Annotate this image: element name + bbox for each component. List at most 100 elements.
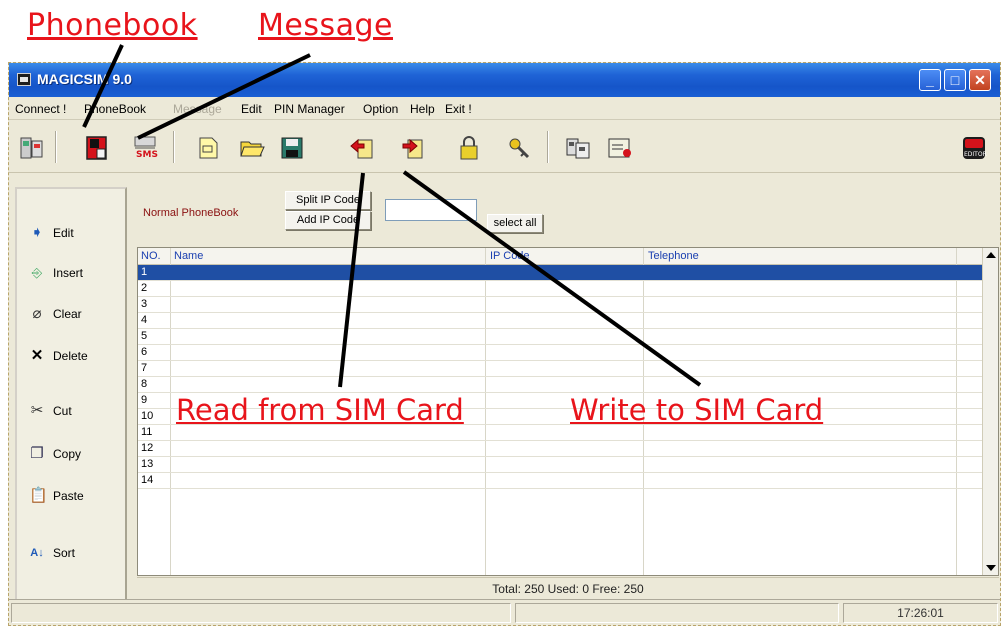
title-bar[interactable]: MAGICSIM 9.0 _ □ ✕ <box>9 63 1000 97</box>
totals-bar: Total: 250 Used: 0 Free: 250 <box>137 577 999 599</box>
table-row[interactable]: 12 <box>138 441 982 457</box>
header-no[interactable]: NO. <box>141 250 161 262</box>
delete-button[interactable]: ✕ Delete <box>29 344 88 368</box>
edit-arrow-icon: ➧ <box>30 224 44 241</box>
table-row[interactable]: 1 <box>138 265 982 281</box>
copy-label: Copy <box>53 447 82 461</box>
connect-sim-icon[interactable] <box>19 135 45 161</box>
table-row[interactable]: 2 <box>138 281 982 297</box>
status-pane-1 <box>11 603 511 623</box>
table-row[interactable]: 4 <box>138 313 982 329</box>
action-panel: ➧ Edit ⎆ Insert ⌀ Clear ✕ Delete ✂ Cut ❐… <box>15 187 127 617</box>
editor-label: EDITOR <box>964 151 987 158</box>
row-number: 4 <box>141 314 148 326</box>
row-number: 12 <box>141 442 154 454</box>
row-number: 5 <box>141 330 148 342</box>
row-number: 8 <box>141 378 148 390</box>
close-icon: ✕ <box>974 72 986 88</box>
menu-pin-manager[interactable]: PIN Manager <box>274 102 345 116</box>
header-name[interactable]: Name <box>174 250 203 262</box>
header-ip-code[interactable]: IP Code <box>490 250 530 262</box>
menu-edit[interactable]: Edit <box>241 102 262 116</box>
delete-label: Delete <box>53 349 88 363</box>
edit-sim-icon[interactable] <box>607 135 633 161</box>
sim-app-icon <box>17 73 31 86</box>
menu-message[interactable]: Message <box>173 102 222 116</box>
menu-connect[interactable]: Connect ! <box>15 102 66 116</box>
row-number: 1 <box>141 266 148 278</box>
sms-label: SMS <box>136 150 158 160</box>
status-pane-2 <box>515 603 839 623</box>
paste-clipboard-icon: 📋 <box>29 487 48 504</box>
delete-x-icon: ✕ <box>30 347 44 364</box>
table-row[interactable]: 14 <box>138 473 982 489</box>
copy-icon: ❐ <box>30 445 44 462</box>
toolbar-separator <box>547 131 549 163</box>
sim-manager-icon[interactable] <box>565 135 591 161</box>
row-number: 10 <box>141 410 154 422</box>
row-number: 6 <box>141 346 148 358</box>
select-all-button[interactable]: select all <box>487 214 543 233</box>
new-file-icon[interactable] <box>195 135 221 161</box>
grid-rows: 1 2 3 4 5 6 7 8 9 10 11 12 13 14 <box>138 265 982 489</box>
clear-label: Clear <box>53 307 82 321</box>
insert-label: Insert <box>53 266 84 280</box>
table-row[interactable]: 8 <box>138 377 982 393</box>
edit-button[interactable]: ➧ Edit <box>29 221 74 245</box>
write-to-sim-icon[interactable] <box>399 135 425 161</box>
menu-option[interactable]: Option <box>363 102 398 116</box>
table-row[interactable]: 6 <box>138 345 982 361</box>
maximize-button[interactable]: □ <box>944 69 966 91</box>
toolbar-separator <box>173 131 175 163</box>
annotation-write-sim: Write to SIM Card <box>570 393 824 427</box>
table-row[interactable]: 7 <box>138 361 982 377</box>
scissors-icon: ✂ <box>30 402 44 419</box>
minimize-icon: _ <box>926 72 934 88</box>
sort-button[interactable]: A↓ Sort <box>29 541 75 565</box>
add-ip-code-button[interactable]: Add IP Code <box>285 211 371 230</box>
paste-button[interactable]: 📋 Paste <box>29 484 84 508</box>
close-button[interactable]: ✕ <box>969 69 991 91</box>
header-telephone[interactable]: Telephone <box>648 250 699 262</box>
menu-phonebook[interactable]: PhoneBook <box>84 102 146 116</box>
table-row[interactable]: 5 <box>138 329 982 345</box>
maximize-icon: □ <box>950 72 960 88</box>
scroll-up-icon[interactable] <box>986 252 996 258</box>
grid-header: NO. Name IP Code Telephone <box>138 248 998 265</box>
row-number: 7 <box>141 362 148 374</box>
cut-label: Cut <box>53 404 72 418</box>
menu-exit[interactable]: Exit ! <box>445 102 472 116</box>
insert-button[interactable]: ⎆ Insert <box>29 261 83 285</box>
eraser-icon: ⌀ <box>32 305 42 322</box>
open-folder-icon[interactable] <box>239 135 265 161</box>
insert-icon: ⎆ <box>31 265 43 280</box>
table-row[interactable]: 11 <box>138 425 982 441</box>
paste-label: Paste <box>53 489 84 503</box>
row-number: 13 <box>141 458 154 470</box>
key-icon[interactable] <box>506 135 532 161</box>
read-from-sim-icon[interactable] <box>349 135 375 161</box>
scroll-down-icon[interactable] <box>986 565 996 571</box>
sort-label: Sort <box>53 546 76 560</box>
sort-az-icon: A↓ <box>30 547 44 559</box>
editor-icon[interactable]: EDITOR <box>961 135 987 161</box>
table-row[interactable]: 3 <box>138 297 982 313</box>
clear-button[interactable]: ⌀ Clear <box>29 302 82 326</box>
phonebook-icon[interactable] <box>84 135 110 161</box>
cut-button[interactable]: ✂ Cut <box>29 399 72 423</box>
lock-icon[interactable] <box>456 135 482 161</box>
row-number: 11 <box>141 426 153 438</box>
copy-button[interactable]: ❐ Copy <box>29 442 81 466</box>
split-ip-code-button[interactable]: Split IP Code <box>285 191 371 210</box>
magicsim-window: MAGICSIM 9.0 _ □ ✕ Connect ! PhoneBook M… <box>8 62 1001 626</box>
ip-code-input[interactable] <box>385 199 477 221</box>
sms-message-icon[interactable]: SMS <box>132 135 158 161</box>
save-disk-icon[interactable] <box>279 135 305 161</box>
annotation-phonebook: Phonebook <box>27 8 198 43</box>
vertical-scrollbar[interactable] <box>982 248 998 575</box>
status-time: 17:26:01 <box>843 603 998 623</box>
row-number: 2 <box>141 282 148 294</box>
table-row[interactable]: 13 <box>138 457 982 473</box>
minimize-button[interactable]: _ <box>919 69 941 91</box>
menu-help[interactable]: Help <box>410 102 435 116</box>
